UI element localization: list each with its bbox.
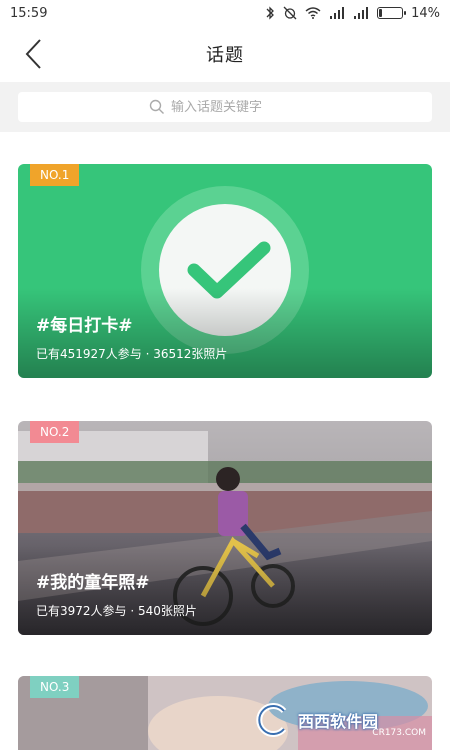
- status-icons: 14%: [265, 6, 440, 21]
- bluetooth-icon: [265, 6, 275, 20]
- status-time: 15:59: [10, 5, 48, 21]
- search-box[interactable]: [18, 92, 432, 122]
- page-title: 话题: [206, 45, 244, 66]
- topic-stats: 已有451927人参与 · 36512张照片: [36, 347, 228, 361]
- signal-icon: [329, 6, 345, 20]
- watermark-sub: CR173.COM: [372, 728, 426, 738]
- topic-title: #我的童年照#: [36, 573, 150, 593]
- rank-badge: NO.1: [30, 164, 80, 186]
- rank-badge: NO.2: [30, 421, 80, 443]
- wifi-icon: [305, 6, 321, 20]
- watermark-text: 西西软件园: [298, 712, 379, 731]
- back-chevron-icon: [25, 39, 41, 69]
- search-bar-area: [0, 82, 450, 132]
- topic-card-1[interactable]: NO.1 #每日打卡# 已有451927人参与 · 36512张照片: [18, 164, 432, 378]
- topic-title: #每日打卡#: [36, 316, 133, 336]
- topic-card-2[interactable]: NO.2 #我的童年照# 已有3972人参与 · 540张照片: [18, 421, 432, 635]
- signal-icon-2: [353, 6, 369, 20]
- search-input[interactable]: [171, 99, 301, 115]
- search-icon: [149, 99, 164, 114]
- rank-badge: NO.3: [30, 676, 80, 698]
- battery-percent: 14%: [411, 5, 440, 21]
- topic-stats: 已有3972人参与 · 540张照片: [36, 604, 197, 618]
- alarm-off-icon: [283, 6, 297, 20]
- watermark-c-icon: [256, 703, 287, 737]
- watermark-logo: 西西软件园 CR173.COM: [254, 700, 434, 740]
- status-bar: 15:59 14%: [0, 0, 450, 26]
- app-header: 话题: [0, 26, 450, 82]
- battery-icon: [377, 7, 407, 19]
- back-button[interactable]: [16, 36, 50, 72]
